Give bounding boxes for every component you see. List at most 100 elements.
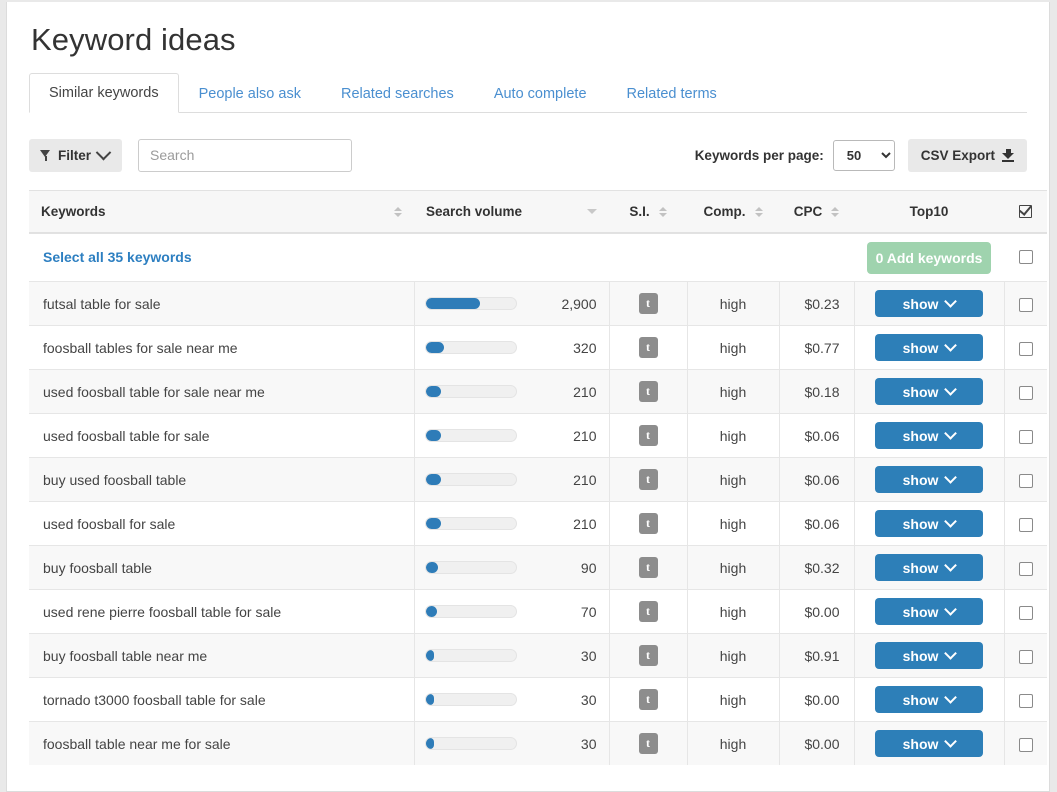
cell-search-volume: 320 [414,326,609,370]
table-row: used foosball table for sale near me210t… [29,370,1047,414]
volume-value: 210 [527,516,597,532]
cell-competition: high [687,370,779,414]
show-top10-button[interactable]: show [875,554,983,581]
cell-keyword: tornado t3000 foosball table for sale [29,678,414,722]
cell-si: t [609,282,687,326]
select-all-checkbox-cell [1004,233,1047,282]
cell-cpc: $0.91 [779,634,854,678]
cell-top10: show [854,502,1004,546]
tab-related-terms[interactable]: Related terms [607,74,737,113]
show-top10-button[interactable]: show [875,510,983,537]
cell-search-volume: 30 [414,634,609,678]
cell-row-checkbox [1004,590,1047,634]
si-badge: t [639,513,658,534]
chevron-down-icon [945,427,958,440]
cell-competition: high [687,678,779,722]
si-badge: t [639,469,658,490]
show-button-label: show [903,340,939,356]
cell-top10: show [854,634,1004,678]
sort-arrows-icon[interactable] [394,207,402,217]
row-checkbox[interactable] [1019,298,1033,312]
volume-bar [425,297,517,310]
column-header-comp-[interactable]: Comp. [687,191,779,234]
sort-arrows-icon[interactable] [831,207,839,217]
cell-si: t [609,326,687,370]
row-checkbox[interactable] [1019,738,1033,752]
si-badge: t [639,557,658,578]
volume-bar [425,341,517,354]
cell-top10: show [854,590,1004,634]
cell-cpc: $0.32 [779,546,854,590]
tab-people-also-ask[interactable]: People also ask [179,74,321,113]
show-button-label: show [903,648,939,664]
row-checkbox[interactable] [1019,694,1033,708]
tab-auto-complete[interactable]: Auto complete [474,74,607,113]
si-badge: t [639,337,658,358]
cell-search-volume: 210 [414,502,609,546]
filter-button-label: Filter [58,148,91,163]
show-top10-button[interactable]: show [875,290,983,317]
row-checkbox[interactable] [1019,562,1033,576]
table-row: used rene pierre foosball table for sale… [29,590,1047,634]
column-header-keywords[interactable]: Keywords [29,191,414,234]
sort-descending-icon[interactable] [587,209,597,214]
column-header-search-volume[interactable]: Search volume [414,191,609,234]
show-top10-button[interactable]: show [875,422,983,449]
select-all-row: Select all 35 keywords 0 Add keywords [29,233,1047,282]
column-header-cpc[interactable]: CPC [779,191,854,234]
row-checkbox[interactable] [1019,606,1033,620]
column-header-s-i-[interactable]: S.I. [609,191,687,234]
select-all-checkbox[interactable] [1019,250,1033,264]
show-top10-button[interactable]: show [875,642,983,669]
select-all-check-icon[interactable] [1019,205,1032,218]
add-keywords-button[interactable]: 0 Add keywords [867,242,991,274]
search-input[interactable] [138,139,352,172]
row-checkbox[interactable] [1019,650,1033,664]
keywords-per-page-select[interactable]: 50 [833,140,895,171]
filter-button[interactable]: Filter [29,139,122,172]
chevron-down-icon [945,471,958,484]
volume-value: 210 [527,384,597,400]
csv-export-label: CSV Export [921,148,995,163]
show-button-label: show [903,296,939,312]
cell-top10: show [854,326,1004,370]
cell-row-checkbox [1004,282,1047,326]
cell-competition: high [687,326,779,370]
cell-competition: high [687,502,779,546]
cell-si: t [609,590,687,634]
volume-value: 320 [527,340,597,356]
tab-related-searches[interactable]: Related searches [321,74,474,113]
row-checkbox[interactable] [1019,386,1033,400]
row-checkbox[interactable] [1019,430,1033,444]
cell-search-volume: 70 [414,590,609,634]
cell-cpc: $0.00 [779,590,854,634]
row-checkbox[interactable] [1019,518,1033,532]
show-top10-button[interactable]: show [875,334,983,361]
row-checkbox[interactable] [1019,474,1033,488]
row-checkbox[interactable] [1019,342,1033,356]
show-top10-button[interactable]: show [875,598,983,625]
cell-search-volume: 30 [414,678,609,722]
select-all-keywords-link[interactable]: Select all 35 keywords [29,249,192,265]
tab-similar-keywords[interactable]: Similar keywords [29,73,179,113]
sort-arrows-icon[interactable] [659,207,667,217]
cell-si: t [609,546,687,590]
table-row: foosball tables for sale near me320thigh… [29,326,1047,370]
show-top10-button[interactable]: show [875,466,983,493]
cell-si: t [609,370,687,414]
cell-cpc: $0.23 [779,282,854,326]
chevron-down-icon [945,735,958,748]
add-keywords-cell: 0 Add keywords [854,233,1004,282]
cell-top10: show [854,546,1004,590]
csv-export-button[interactable]: CSV Export [908,139,1027,172]
sort-arrows-icon[interactable] [755,207,763,217]
select-all-cell: Select all 35 keywords [29,233,414,282]
show-top10-button[interactable]: show [875,686,983,713]
cell-cpc: $0.77 [779,326,854,370]
show-top10-button[interactable]: show [875,378,983,405]
cell-row-checkbox [1004,414,1047,458]
volume-value: 2,900 [527,296,597,312]
chevron-down-icon [945,383,958,396]
show-top10-button[interactable]: show [875,730,983,757]
table-row: buy used foosball table210thigh$0.06show [29,458,1047,502]
